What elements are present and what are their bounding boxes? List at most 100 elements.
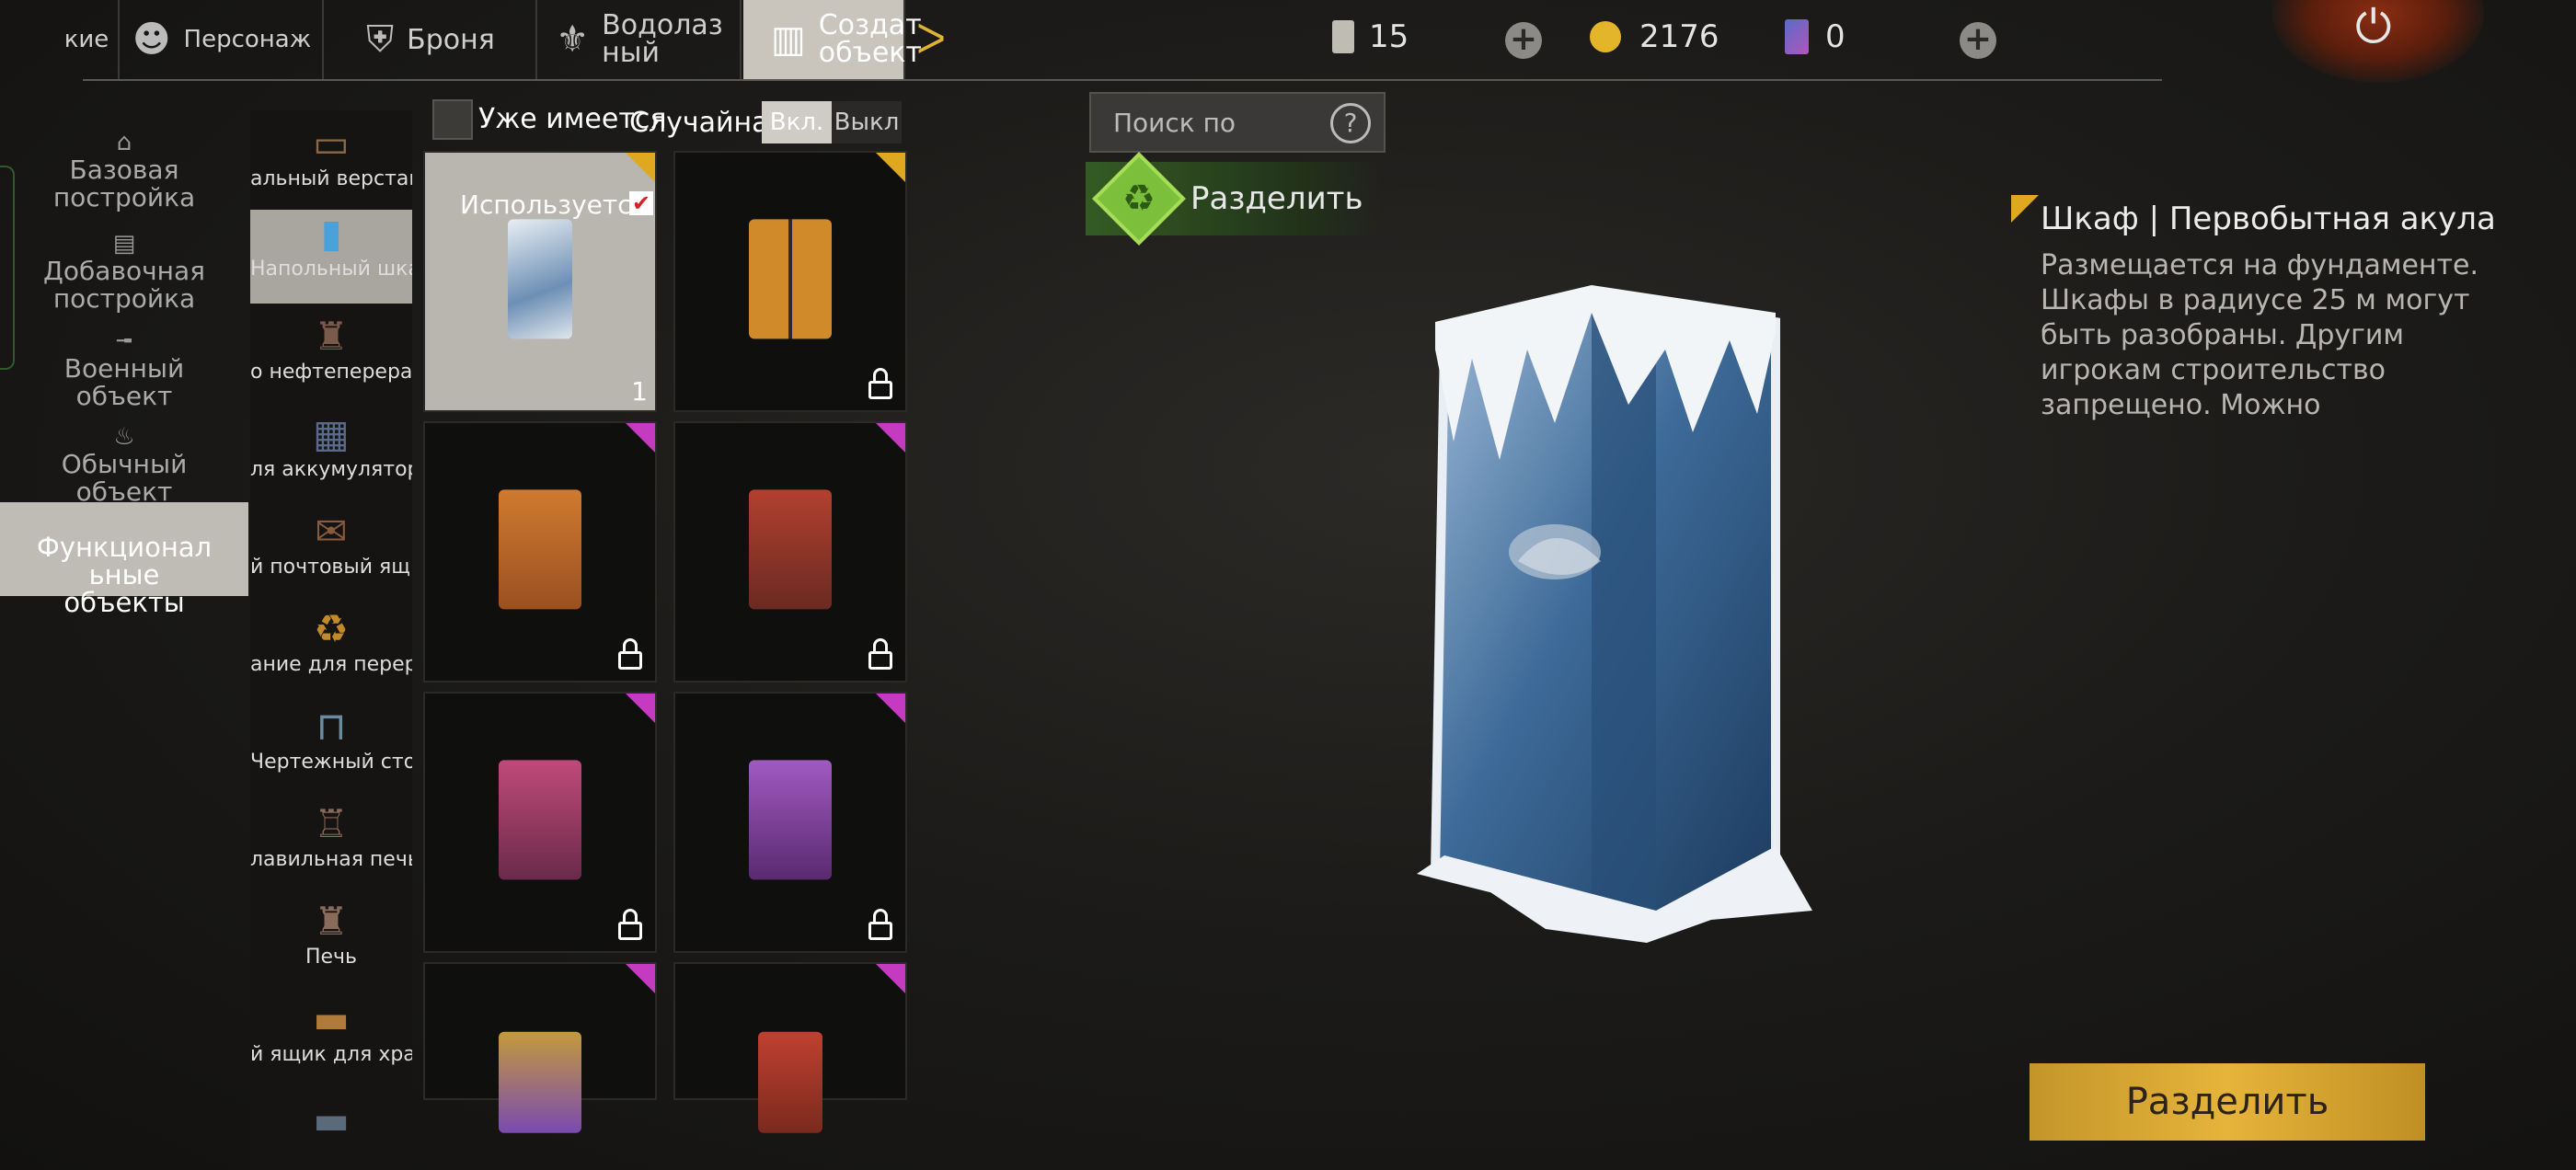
top-divider — [83, 79, 2162, 81]
sub-item-smelter[interactable]: ♖ лавильная печь — [250, 800, 412, 889]
toggle-on[interactable]: Вкл. — [762, 101, 832, 143]
refinery-icon: ♜ — [314, 314, 349, 359]
smelter-icon: ♖ — [314, 801, 349, 846]
grid-cell[interactable] — [673, 692, 907, 953]
sub-item-battery[interactable]: ▦ля аккумуляторо — [250, 410, 412, 499]
category-label-line1: Военный — [63, 353, 185, 384]
coin-counter: 2176 — [1590, 18, 1719, 55]
stove-icon: ♜ — [314, 899, 349, 944]
split-tag-button[interactable]: ♻ Разделить — [1086, 152, 1380, 246]
item-title: Шкаф | Первобытная акула — [2041, 201, 2496, 237]
item-thumbnail — [499, 1032, 581, 1134]
grid-cell[interactable] — [423, 421, 657, 682]
lock-icon — [867, 366, 894, 399]
toggle-off[interactable]: Выкл — [832, 101, 902, 143]
sub-item-label: й ящик для хра — [250, 1043, 412, 1066]
sub-item-label: ля аккумуляторо — [250, 458, 412, 481]
grid-cell[interactable] — [423, 962, 657, 1134]
cabinet-icon: ▮ — [320, 211, 342, 256]
tab-diver[interactable]: ⚜ Водолаз ный — [539, 0, 742, 79]
add-tickets-button[interactable]: + — [1505, 22, 1542, 59]
tab-skins[interactable]: кие — [55, 0, 120, 79]
sub-item-oil-refinery[interactable]: ♜ о нефтеперераб — [250, 313, 412, 401]
item-thumbnail — [749, 489, 832, 610]
rarity-gold-icon — [876, 153, 905, 182]
battery-icon: ▦ — [313, 411, 350, 456]
sub-item-workbench[interactable]: ▭ альный верстак — [250, 120, 412, 208]
tab-label: кие — [63, 26, 109, 53]
category-additional-building[interactable]: ▤ Добавочная постройка — [0, 230, 248, 316]
character-icon: ☻ — [132, 18, 171, 61]
sub-item-label: альный верстак — [250, 167, 412, 190]
grid-cell[interactable] — [423, 692, 657, 953]
sub-item-stove[interactable]: ♜ Печь — [250, 898, 412, 986]
owned-checkbox[interactable] — [432, 99, 473, 140]
category-label-line3: объекты — [63, 587, 185, 618]
build-object-icon: ▥ — [771, 18, 806, 61]
used-label: Используется — [460, 189, 648, 220]
grid-cell[interactable] — [673, 962, 907, 1134]
category-label-line1: Добавочная — [43, 256, 205, 286]
search-input[interactable]: Поиск по ? — [1089, 92, 1386, 153]
rarity-purple-icon — [876, 694, 905, 723]
coin-icon — [1590, 21, 1621, 52]
sub-item-mailbox[interactable]: ✉ й почтовый ящи — [250, 508, 412, 596]
split-button[interactable]: Разделить — [2030, 1063, 2425, 1141]
rarity-purple-icon — [626, 964, 655, 993]
category-military-object[interactable]: ╼ Военный объект — [0, 327, 248, 414]
sub-item-label: лавильная печь — [250, 848, 412, 871]
rarity-purple-icon — [626, 694, 655, 723]
category-label-line2: постройка — [52, 182, 196, 212]
card-count: 0 — [1825, 18, 1846, 55]
sub-item-label: ание для перера — [250, 653, 412, 676]
random-toggle[interactable]: Вкл. Выкл — [762, 101, 902, 143]
workbench-icon: ▭ — [313, 120, 350, 166]
power-icon[interactable]: ⏻ — [2355, 0, 2392, 54]
category-label-line2: постройка — [52, 283, 196, 314]
grid-cell[interactable] — [673, 421, 907, 682]
category-label-line1: Базовая — [69, 155, 179, 185]
grid-cell[interactable]: Используется ✔ 1 — [423, 151, 657, 412]
building-icon: ⌂ — [116, 129, 132, 156]
sub-item-label: й почтовый ящи — [250, 556, 412, 579]
lock-icon — [616, 637, 644, 670]
tab-create-object[interactable]: ▥ Создат объект — [743, 0, 922, 79]
mailbox-icon: ✉ — [315, 509, 348, 554]
item-thumbnail — [758, 1032, 822, 1134]
tab-character[interactable]: ☻ Персонаж — [121, 0, 324, 79]
recycler-icon: ♻ — [314, 606, 349, 651]
category-basic-building[interactable]: ⌂ Базовая постройка — [0, 129, 248, 215]
ticket-icon — [1332, 20, 1354, 53]
lock-icon — [867, 907, 894, 940]
rarity-purple-icon — [626, 423, 655, 453]
sub-item-crate[interactable]: ▬ — [250, 1096, 412, 1152]
tab-armor[interactable]: ⛨ Броня — [326, 0, 537, 79]
item-thumbnail — [499, 760, 581, 880]
sub-item-floor-cabinet[interactable]: ▮Напольный шкаф — [250, 210, 412, 304]
add-cards-button[interactable]: + — [1960, 22, 1996, 59]
card-counter: 0 — [1785, 18, 1846, 55]
help-icon[interactable]: ? — [1330, 103, 1371, 143]
sub-item-storage-box[interactable]: ▬ й ящик для хра — [250, 995, 412, 1084]
wall-icon: ▤ — [112, 230, 136, 258]
category-regular-object[interactable]: ♨ Обычный объект — [0, 423, 248, 510]
tab-label-line2: ный — [602, 37, 660, 69]
tab-label: Броня — [407, 23, 495, 56]
item-thumbnail — [749, 760, 832, 880]
next-tab-arrow-icon[interactable]: ᐳ — [916, 17, 946, 63]
card-icon — [1785, 19, 1809, 54]
item-thumbnail — [508, 219, 572, 339]
item-preview[interactable] — [1380, 285, 1822, 947]
sub-item-recycler[interactable]: ♻ ание для перера — [250, 605, 412, 694]
split-tag-label: Разделить — [1190, 180, 1363, 217]
ticket-count: 15 — [1369, 18, 1409, 55]
rarity-gold-icon — [626, 153, 655, 182]
category-functional-objects[interactable]: Функционал ьные объекты — [0, 502, 248, 616]
category-label-line2: ьные — [88, 559, 160, 591]
grid-cell[interactable] — [673, 151, 907, 412]
item-description: Размещается на фундаменте. Шкафы в радиу… — [2041, 249, 2479, 421]
used-check-icon: ✔ — [629, 191, 653, 215]
pot-icon: ♨ — [113, 423, 135, 451]
diver-icon: ⚜ — [556, 18, 590, 61]
sub-item-drafting-table[interactable]: ⊓ Чертежный стол — [250, 703, 412, 791]
